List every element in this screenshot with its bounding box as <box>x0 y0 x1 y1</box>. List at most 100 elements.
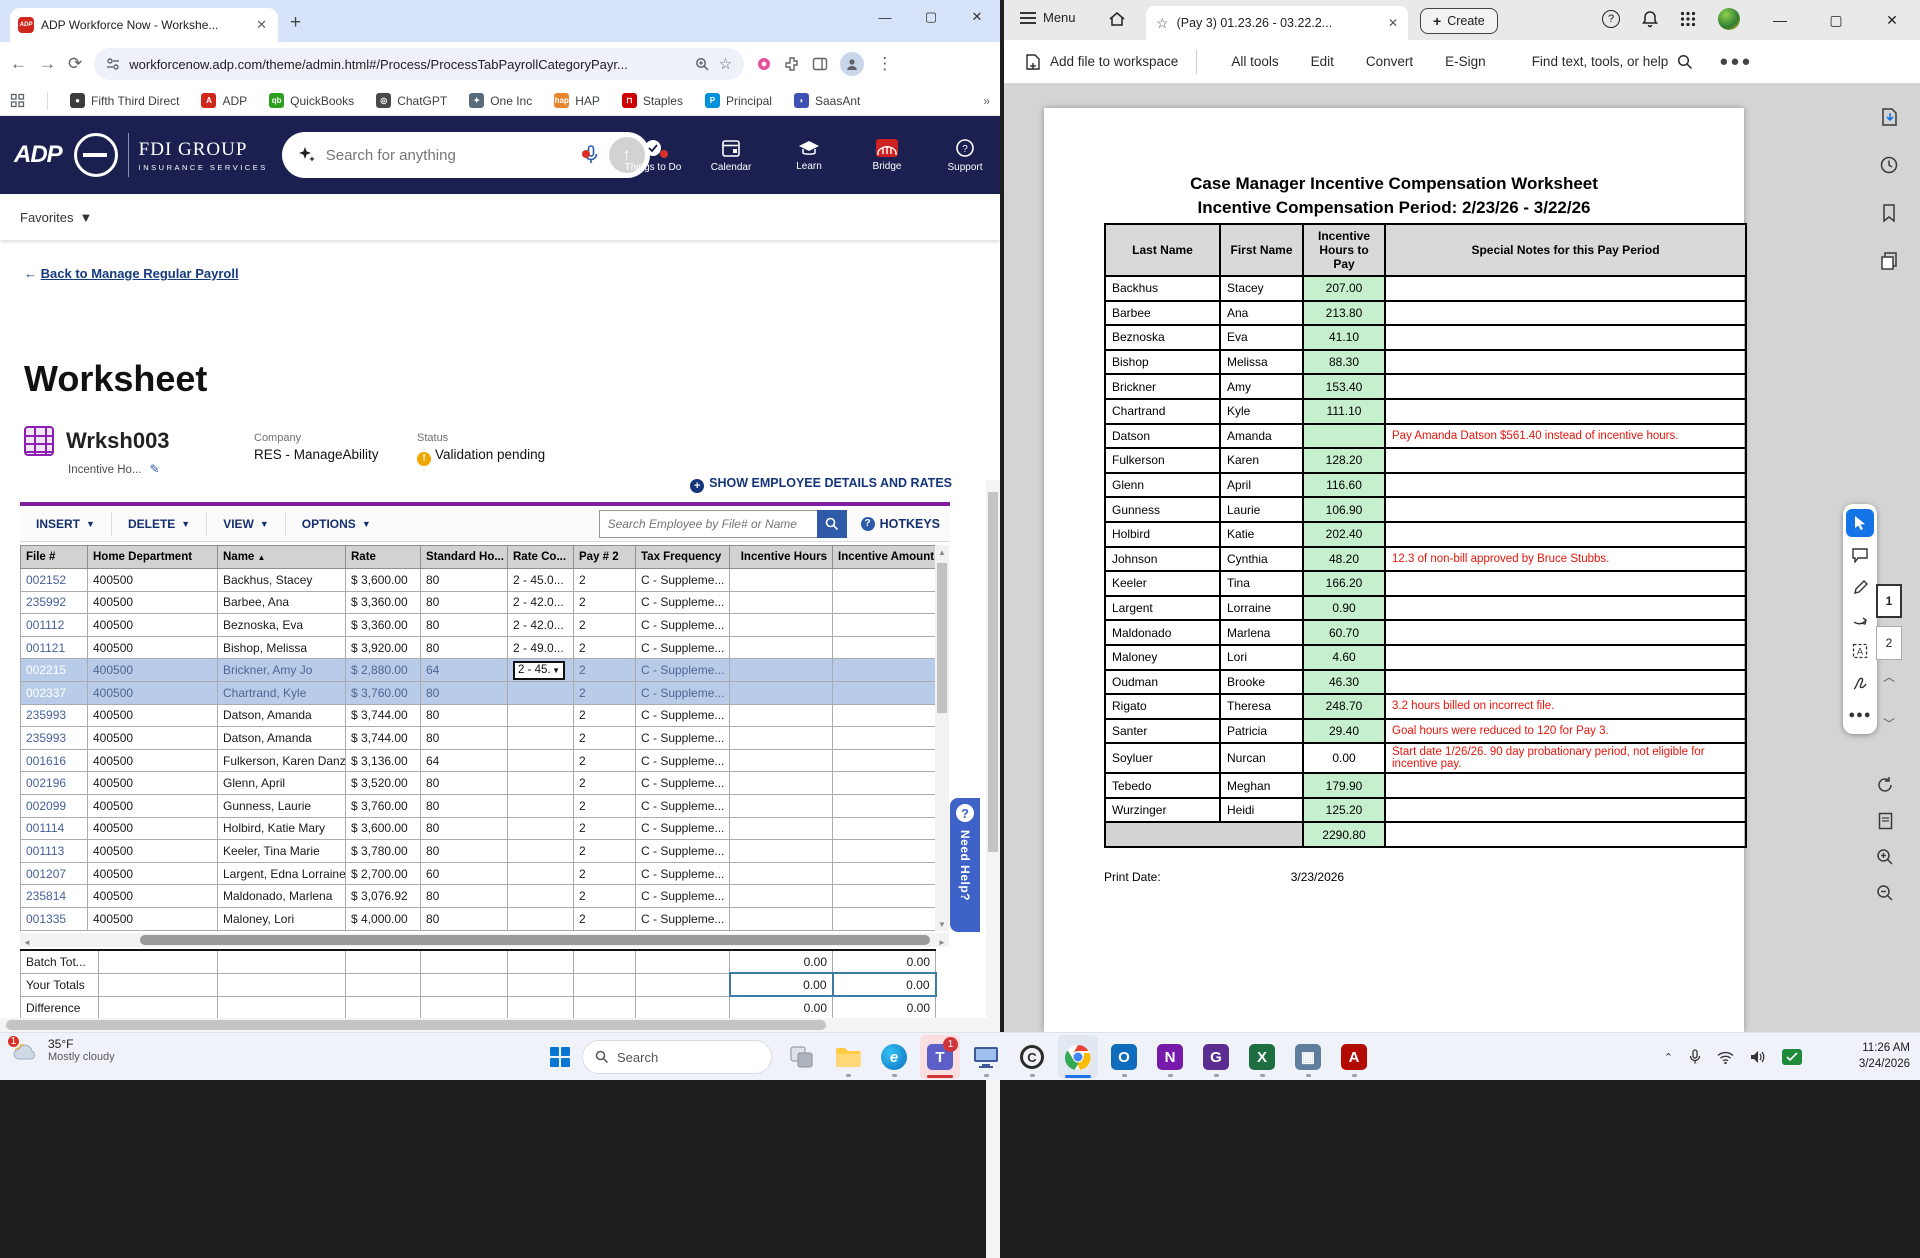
cell-tax-frequency[interactable]: C - Suppleme... <box>636 681 730 704</box>
cell-tax-frequency[interactable]: C - Suppleme... <box>636 614 730 637</box>
totals-hours[interactable]: 0.00 <box>730 973 833 996</box>
sign-tool-icon[interactable] <box>1846 669 1874 697</box>
back-icon[interactable]: ← <box>10 54 27 74</box>
grid-row[interactable]: 002215400500Brickner, Amy Jo$ 2,880.0064… <box>21 659 936 682</box>
select-tool-icon[interactable] <box>1846 509 1874 537</box>
cell-tax-frequency[interactable]: C - Suppleme... <box>636 862 730 885</box>
cell-pay-2[interactable]: 2 <box>574 704 636 727</box>
cell-tax-frequency[interactable]: C - Suppleme... <box>636 569 730 592</box>
cell-incentive-hours[interactable] <box>730 885 833 908</box>
eraser-tool-icon[interactable] <box>1846 605 1874 633</box>
cell-incentive-amount[interactable] <box>833 794 936 817</box>
cell-rate-code[interactable] <box>508 749 574 772</box>
cell-name[interactable]: Largent, Edna Lorraine <box>218 862 346 885</box>
cell-incentive-hours[interactable] <box>730 591 833 614</box>
cell-file-number[interactable]: 001114 <box>21 817 88 840</box>
cell-rate[interactable]: $ 3,076.92 <box>346 885 421 908</box>
cell-incentive-amount[interactable] <box>833 840 936 863</box>
cell-home-department[interactable]: 400500 <box>88 794 218 817</box>
cell-pay-2[interactable]: 2 <box>574 569 636 592</box>
cell-pay-2[interactable]: 2 <box>574 885 636 908</box>
cell-rate-code[interactable] <box>508 727 574 750</box>
url-text[interactable]: workforcenow.adp.com/theme/admin.html#/P… <box>129 57 686 72</box>
zoom-in-icon[interactable] <box>1876 848 1894 866</box>
cell-incentive-amount[interactable] <box>833 591 936 614</box>
acrobat-tab-all-tools[interactable]: All tools <box>1231 54 1278 69</box>
acrobat-tab-e-sign[interactable]: E-Sign <box>1445 54 1486 69</box>
cell-home-department[interactable]: 400500 <box>88 569 218 592</box>
adp-nav-learn[interactable]: Learn <box>780 139 838 172</box>
cell-rate-code[interactable] <box>508 704 574 727</box>
grid-horizontal-scrollbar[interactable]: ◄ ► <box>20 933 949 947</box>
cell-name[interactable]: Backhus, Stacey <box>218 569 346 592</box>
cell-incentive-amount[interactable] <box>833 817 936 840</box>
grid-row[interactable]: 002152400500Backhus, Stacey$ 3,600.00802… <box>21 569 936 592</box>
cell-file-number[interactable]: 002215 <box>21 659 88 682</box>
grid-row[interactable]: 002196400500Glenn, April$ 3,520.00802C -… <box>21 772 936 795</box>
browser-tab[interactable]: ADP ADP Workforce Now - Workshe... ✕ <box>10 8 278 42</box>
weather-widget[interactable]: 1 35°F Mostly cloudy <box>10 1037 115 1063</box>
show-employee-details-link[interactable]: +SHOW EMPLOYEE DETAILS AND RATES <box>690 476 952 493</box>
onenote-icon[interactable]: N <box>1150 1035 1190 1079</box>
cell-home-department[interactable]: 400500 <box>88 840 218 863</box>
cell-standard-hours[interactable]: 80 <box>421 794 508 817</box>
cell-standard-hours[interactable]: 80 <box>421 681 508 704</box>
adp-nav-things-to-do[interactable]: Things to Do <box>624 138 682 173</box>
column-header[interactable]: Rate Co... <box>508 546 574 569</box>
cell-pay-2[interactable]: 2 <box>574 862 636 885</box>
cell-file-number[interactable]: 001113 <box>21 840 88 863</box>
cell-standard-hours[interactable]: 80 <box>421 772 508 795</box>
page-thumbnail-2[interactable]: 2 <box>1876 626 1902 660</box>
add-file-button[interactable]: Add file to workspace <box>1024 53 1178 71</box>
grid-row[interactable]: 001335400500Maloney, Lori$ 4,000.00802C … <box>21 907 936 930</box>
help-icon[interactable]: ? <box>1602 10 1620 28</box>
cell-pay-2[interactable]: 2 <box>574 840 636 863</box>
column-header[interactable]: Pay # 2 <box>574 546 636 569</box>
cell-file-number[interactable]: 001207 <box>21 862 88 885</box>
cell-pay-2[interactable]: 2 <box>574 772 636 795</box>
minimize-button[interactable]: — <box>862 0 908 34</box>
cell-rate[interactable]: $ 3,360.00 <box>346 614 421 637</box>
column-header[interactable]: Standard Ho... <box>421 546 508 569</box>
options-button[interactable]: OPTIONS▼ <box>286 512 387 536</box>
cell-rate-code[interactable] <box>508 794 574 817</box>
connect-c-icon[interactable]: C <box>1012 1035 1052 1079</box>
maximize-button[interactable]: ▢ <box>1808 0 1864 40</box>
cell-file-number[interactable]: 235993 <box>21 704 88 727</box>
cell-tax-frequency[interactable]: C - Suppleme... <box>636 817 730 840</box>
cell-home-department[interactable]: 400500 <box>88 591 218 614</box>
cell-home-department[interactable]: 400500 <box>88 727 218 750</box>
cell-standard-hours[interactable]: 64 <box>421 749 508 772</box>
cell-rate[interactable]: $ 3,760.00 <box>346 794 421 817</box>
bookmark-one-inc[interactable]: ✦One Inc <box>469 93 532 108</box>
employee-search-input[interactable] <box>599 510 817 538</box>
cell-incentive-hours[interactable] <box>730 862 833 885</box>
cell-name[interactable]: Datson, Amanda <box>218 727 346 750</box>
bookmark-icon[interactable] <box>1876 200 1902 226</box>
cell-tax-frequency[interactable]: C - Suppleme... <box>636 636 730 659</box>
cell-incentive-amount[interactable] <box>833 862 936 885</box>
cell-incentive-hours[interactable] <box>730 907 833 930</box>
cell-tax-frequency[interactable]: C - Suppleme... <box>636 727 730 750</box>
cell-file-number[interactable]: 001121 <box>21 636 88 659</box>
cell-pay-2[interactable]: 2 <box>574 614 636 637</box>
column-header[interactable]: Home Department <box>88 546 218 569</box>
cell-rate-code[interactable]: 2 - 42.0... <box>508 614 574 637</box>
cell-incentive-hours[interactable] <box>730 794 833 817</box>
cell-home-department[interactable]: 400500 <box>88 862 218 885</box>
insert-button[interactable]: INSERT▼ <box>20 512 112 536</box>
cell-rate[interactable]: $ 2,880.00 <box>346 659 421 682</box>
excel-icon[interactable]: X <box>1242 1035 1282 1079</box>
cell-incentive-hours[interactable] <box>730 636 833 659</box>
microphone-icon[interactable] <box>1689 1049 1701 1065</box>
cell-pay-2[interactable]: 2 <box>574 794 636 817</box>
cell-name[interactable]: Beznoska, Eva <box>218 614 346 637</box>
cell-pay-2[interactable]: 2 <box>574 727 636 750</box>
rotate-icon[interactable] <box>1876 776 1894 794</box>
cell-rate[interactable]: $ 2,700.00 <box>346 862 421 885</box>
maximize-button[interactable]: ▢ <box>908 0 954 34</box>
browser-menu-icon[interactable]: ⋮ <box>876 54 893 74</box>
cell-rate-code[interactable]: 2 - 49.0... <box>508 636 574 659</box>
cell-standard-hours[interactable]: 80 <box>421 817 508 840</box>
cell-rate[interactable]: $ 3,920.00 <box>346 636 421 659</box>
